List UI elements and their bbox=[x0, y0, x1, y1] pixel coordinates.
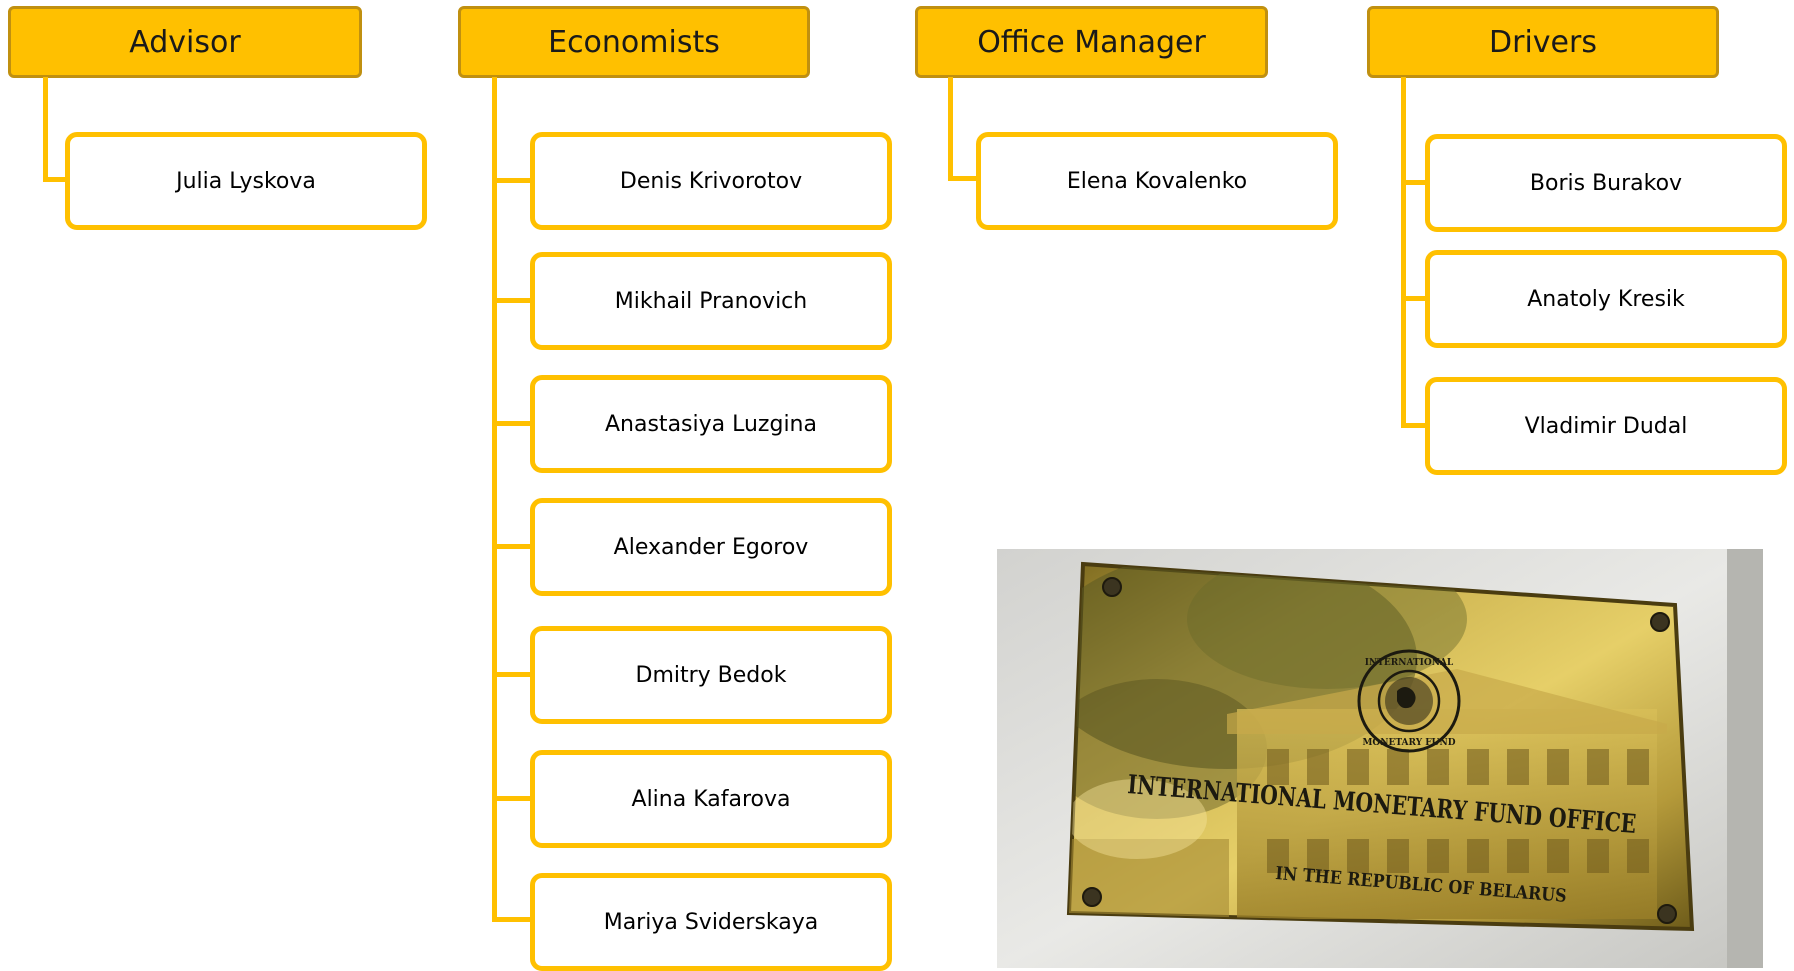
economists-connector-branch bbox=[492, 178, 532, 183]
plaque-photo-drawing: INTERNATIONAL MONETARY FUND INTERNATIONA… bbox=[997, 549, 1763, 968]
member-name: Mariya Sviderskaya bbox=[603, 909, 819, 935]
member-name: Dmitry Bedok bbox=[635, 662, 787, 688]
economists-connector-branch bbox=[492, 917, 532, 922]
office-manager-connector-vertical bbox=[948, 77, 953, 181]
member-name: Denis Krivorotov bbox=[619, 168, 803, 194]
economist-member-card: Alexander Egorov bbox=[530, 498, 892, 596]
economists-header: Economists bbox=[458, 6, 810, 78]
driver-member-card: Vladimir Dudal bbox=[1425, 377, 1787, 475]
office-manager-header: Office Manager bbox=[915, 6, 1268, 78]
economists-connector-branch bbox=[492, 298, 532, 303]
member-name: Alexander Egorov bbox=[613, 534, 809, 560]
driver-member-card: Boris Burakov bbox=[1425, 134, 1787, 232]
economists-connector-branch bbox=[492, 672, 532, 677]
drivers-connector-vertical bbox=[1401, 77, 1406, 428]
economists-connector-branch bbox=[492, 796, 532, 801]
drivers-header: Drivers bbox=[1367, 6, 1719, 78]
advisor-header: Advisor bbox=[8, 6, 362, 78]
economist-member-card: Mikhail Pranovich bbox=[530, 252, 892, 350]
drivers-connector-branch bbox=[1401, 296, 1427, 301]
economists-connector-branch bbox=[492, 421, 532, 426]
member-name: Mikhail Pranovich bbox=[614, 288, 808, 314]
economists-header-label: Economists bbox=[548, 24, 720, 60]
drivers-connector-branch bbox=[1401, 180, 1427, 185]
advisor-connector-vertical bbox=[43, 77, 48, 182]
member-name: Anastasiya Luzgina bbox=[605, 411, 817, 437]
economist-member-card: Mariya Sviderskaya bbox=[530, 873, 892, 971]
driver-member-card: Anatoly Kresik bbox=[1425, 250, 1787, 348]
member-name: Alina Kafarova bbox=[631, 786, 791, 812]
member-name: Vladimir Dudal bbox=[1524, 413, 1688, 439]
advisor-connector-horizontal bbox=[43, 177, 67, 182]
drivers-connector-branch bbox=[1401, 423, 1427, 428]
economist-member-card: Denis Krivorotov bbox=[530, 132, 892, 230]
office-manager-member-card: Elena Kovalenko bbox=[976, 132, 1338, 230]
member-name: Boris Burakov bbox=[1529, 170, 1683, 196]
member-name: Elena Kovalenko bbox=[1066, 168, 1248, 194]
drivers-header-label: Drivers bbox=[1489, 24, 1597, 60]
member-name: Anatoly Kresik bbox=[1527, 286, 1685, 312]
advisor-header-label: Advisor bbox=[129, 24, 241, 60]
economist-member-card: Anastasiya Luzgina bbox=[530, 375, 892, 473]
economist-member-card: Alina Kafarova bbox=[530, 750, 892, 848]
imf-office-plaque-photo: INTERNATIONAL MONETARY FUND INTERNATIONA… bbox=[997, 549, 1763, 968]
wall-edge bbox=[1727, 549, 1763, 968]
seal-text-bottom: MONETARY FUND bbox=[1362, 738, 1455, 748]
economist-member-card: Dmitry Bedok bbox=[530, 626, 892, 724]
seal-text-top: INTERNATIONAL bbox=[1365, 658, 1454, 668]
member-name: Julia Lyskova bbox=[176, 168, 316, 194]
office-manager-header-label: Office Manager bbox=[977, 24, 1206, 60]
advisor-member-card: Julia Lyskova bbox=[65, 132, 427, 230]
office-manager-connector-horizontal bbox=[948, 176, 978, 181]
economists-connector-branch bbox=[492, 544, 532, 549]
